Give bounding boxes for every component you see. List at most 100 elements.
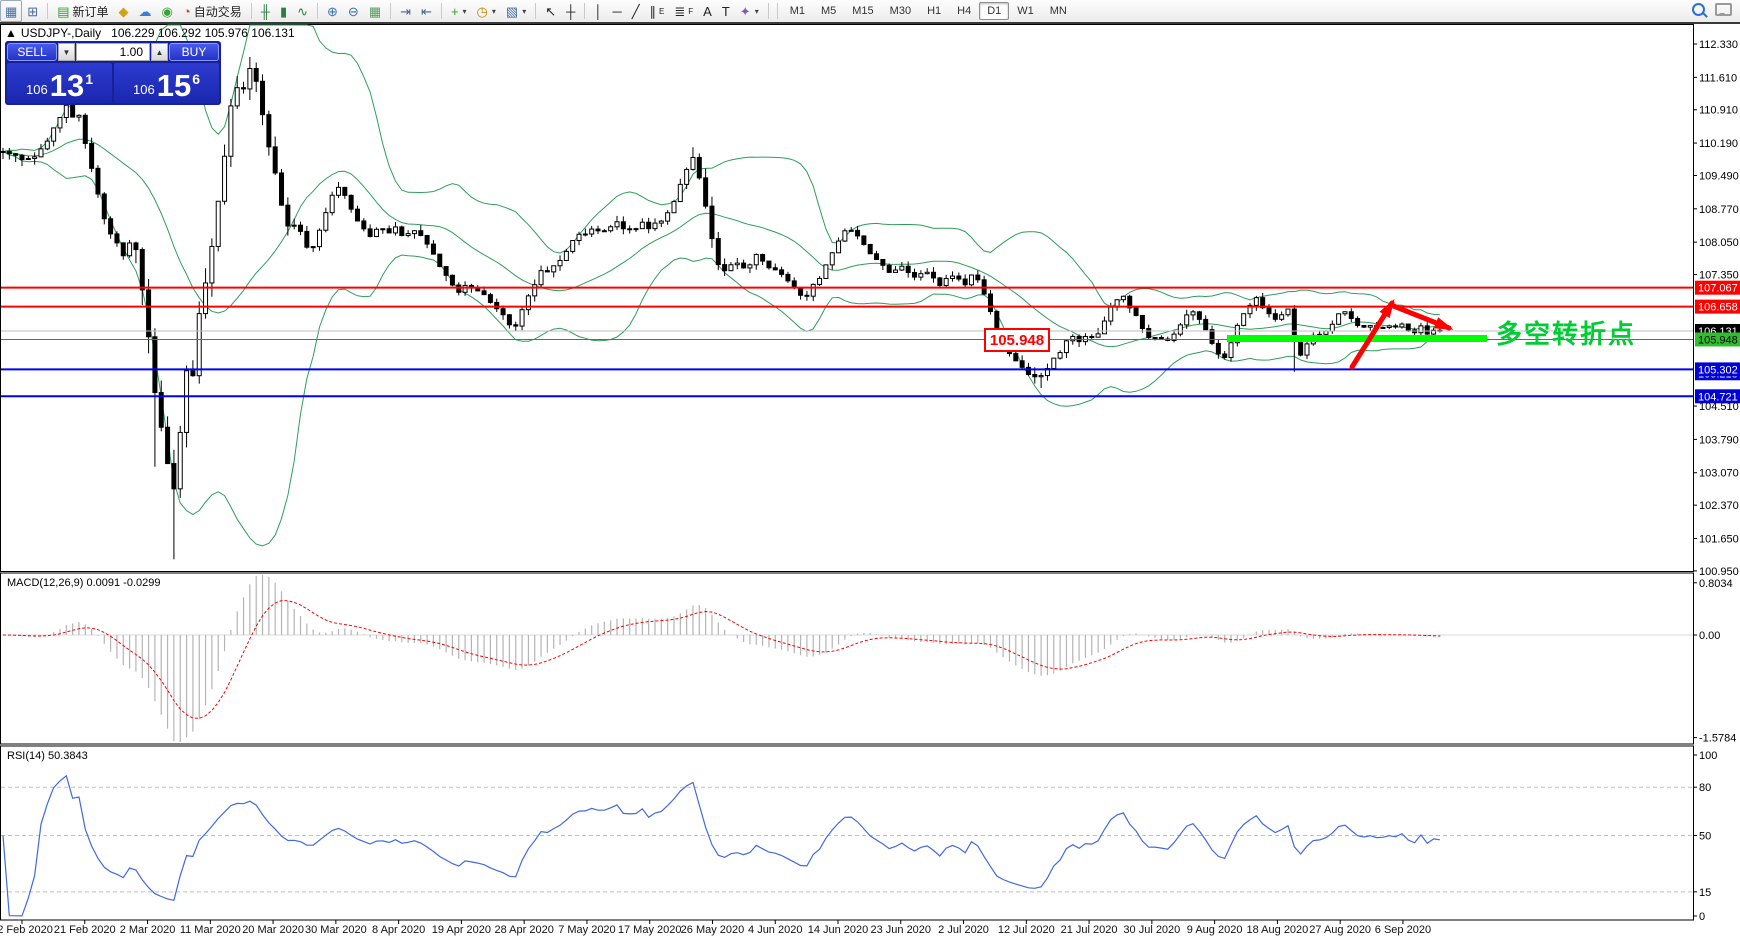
periods-dropdown-icon[interactable]: ▾ xyxy=(492,7,496,16)
shapes-icon[interactable]: ✦▾ xyxy=(735,0,764,22)
candle-body xyxy=(969,275,973,285)
horizontal-line-icon[interactable]: ─ xyxy=(607,0,626,22)
candle-body xyxy=(368,229,372,237)
crosshair-icon[interactable]: ┼ xyxy=(561,0,580,22)
candle-body xyxy=(1216,343,1220,354)
candle-body xyxy=(109,219,113,234)
price-tag-label: 105.948 xyxy=(1698,334,1738,346)
timeframe-m30-button[interactable]: M30 xyxy=(882,2,919,20)
candle-body xyxy=(273,147,277,173)
templates-icon[interactable]: ▧▾ xyxy=(501,0,531,22)
search-icon[interactable] xyxy=(1692,3,1705,19)
text-icon[interactable]: A xyxy=(698,0,717,22)
candle-body xyxy=(849,230,853,231)
volume-input[interactable]: 1.00 xyxy=(76,43,150,61)
price-callout[interactable]: 105.948 xyxy=(984,328,1050,352)
annotation-text[interactable]: 多空转折点 xyxy=(1496,314,1636,351)
timeframe-d1-button[interactable]: D1 xyxy=(979,2,1009,20)
date-label: 12 Jul 2020 xyxy=(998,924,1055,936)
profiles-icon[interactable]: ⊞ xyxy=(22,0,43,22)
equidistant-channel-icon[interactable]: ∥E xyxy=(645,0,670,22)
buy-button[interactable]: BUY xyxy=(169,43,219,61)
candle-body xyxy=(558,260,562,265)
candle-body xyxy=(343,187,347,195)
periods-icon[interactable]: ◷▾ xyxy=(472,0,501,22)
candle-body xyxy=(14,154,18,156)
chat-icon[interactable] xyxy=(1715,3,1732,19)
tile-windows-icon: ▦ xyxy=(369,5,381,18)
candle-body xyxy=(172,464,176,489)
candle-body xyxy=(45,141,49,149)
indicators-icon[interactable]: +▾ xyxy=(446,0,472,22)
candle-body xyxy=(811,284,815,296)
auto-scroll-icon[interactable]: ⇥ xyxy=(395,0,416,22)
zoom-in-icon[interactable]: ⊕ xyxy=(322,0,343,22)
indicators-dropdown-icon[interactable]: ▾ xyxy=(463,7,467,16)
community-icon[interactable]: ☁ xyxy=(134,0,157,22)
shapes-dropdown-icon[interactable]: ▾ xyxy=(755,7,759,16)
candle-body xyxy=(716,239,720,265)
candle-body xyxy=(292,225,296,226)
timeframe-w1-button[interactable]: W1 xyxy=(1009,2,1042,20)
bar-chart-mode-icon[interactable]: ╫ xyxy=(256,0,275,22)
candle-body xyxy=(691,157,695,169)
new-chart-icon[interactable]: ▦ xyxy=(0,0,22,22)
date-label: 23 Jun 2020 xyxy=(870,924,931,936)
volume-decrease-button[interactable]: ▼ xyxy=(58,43,75,61)
text-icon: A xyxy=(703,5,712,18)
candle-body xyxy=(102,194,106,219)
history-center-icon[interactable]: ◆ xyxy=(114,0,134,22)
timeframe-m5-button[interactable]: M5 xyxy=(813,2,844,20)
candle-body xyxy=(507,315,511,325)
new-order-button[interactable]: ▤新订单 xyxy=(52,0,113,22)
candle-body xyxy=(387,229,391,233)
sell-price[interactable]: 106 13 1 xyxy=(7,63,112,103)
candle-body xyxy=(577,234,581,240)
zoom-out-icon[interactable]: ⊖ xyxy=(343,0,364,22)
profiles-icon: ⊞ xyxy=(27,5,38,18)
line-chart-mode-icon[interactable]: ∿ xyxy=(292,0,313,22)
candle-body xyxy=(571,241,575,252)
candlestick-mode-icon[interactable]: ▮ xyxy=(275,0,292,22)
fibonacci-icon[interactable]: ≣F xyxy=(669,0,698,22)
timeframe-mn-button[interactable]: MN xyxy=(1042,2,1075,20)
collapse-arrow-icon[interactable]: ▲ xyxy=(5,26,17,40)
volume-increase-button[interactable]: ▲ xyxy=(151,43,168,61)
candle-body xyxy=(216,201,220,246)
timeframe-h4-button[interactable]: H4 xyxy=(949,2,979,20)
timeframe-m15-button[interactable]: M15 xyxy=(844,2,881,20)
candle-body xyxy=(71,105,75,117)
candle-body xyxy=(1343,312,1347,314)
cursor-icon: ↖ xyxy=(545,5,556,18)
chart-shift-icon[interactable]: ⇤ xyxy=(416,0,437,22)
cursor-icon[interactable]: ↖ xyxy=(540,0,561,22)
timeframe-m1-button[interactable]: M1 xyxy=(782,2,813,20)
axis-tick-label: 107.350 xyxy=(1699,270,1739,282)
candle-body xyxy=(1191,312,1195,315)
candle-body xyxy=(938,278,942,286)
rsi-tick-label: 80 xyxy=(1699,782,1711,794)
sell-button[interactable]: SELL xyxy=(7,43,57,61)
candle-body xyxy=(1140,315,1144,328)
candle-body xyxy=(1052,358,1056,368)
text-label-icon[interactable]: T xyxy=(717,0,735,22)
tile-windows-icon[interactable]: ▦ xyxy=(364,0,386,22)
autotrading-button[interactable]: ◔自动交易 xyxy=(178,0,247,22)
date-label: 30 Mar 2020 xyxy=(305,924,367,936)
signals-icon[interactable]: ◉ xyxy=(157,0,178,22)
candle-body xyxy=(913,273,917,278)
chart-surface[interactable]: 105.218107.067106.658106.131105.948105.3… xyxy=(0,0,1740,938)
candle-body xyxy=(39,149,43,157)
trendline-icon[interactable]: ╱ xyxy=(627,0,645,22)
candle-body xyxy=(957,276,961,279)
crosshair-icon: ┼ xyxy=(566,5,575,18)
candle-body xyxy=(178,432,182,488)
buy-price[interactable]: 106 15 6 xyxy=(114,63,219,103)
templates-dropdown-icon[interactable]: ▾ xyxy=(522,7,526,16)
candle-body xyxy=(1242,314,1246,326)
vertical-line-icon[interactable]: │ xyxy=(589,0,607,22)
axis-tick-label: 100.950 xyxy=(1699,566,1739,578)
axis-tick-label: 103.070 xyxy=(1699,468,1739,480)
candle-body xyxy=(242,88,246,89)
timeframe-h1-button[interactable]: H1 xyxy=(919,2,949,20)
